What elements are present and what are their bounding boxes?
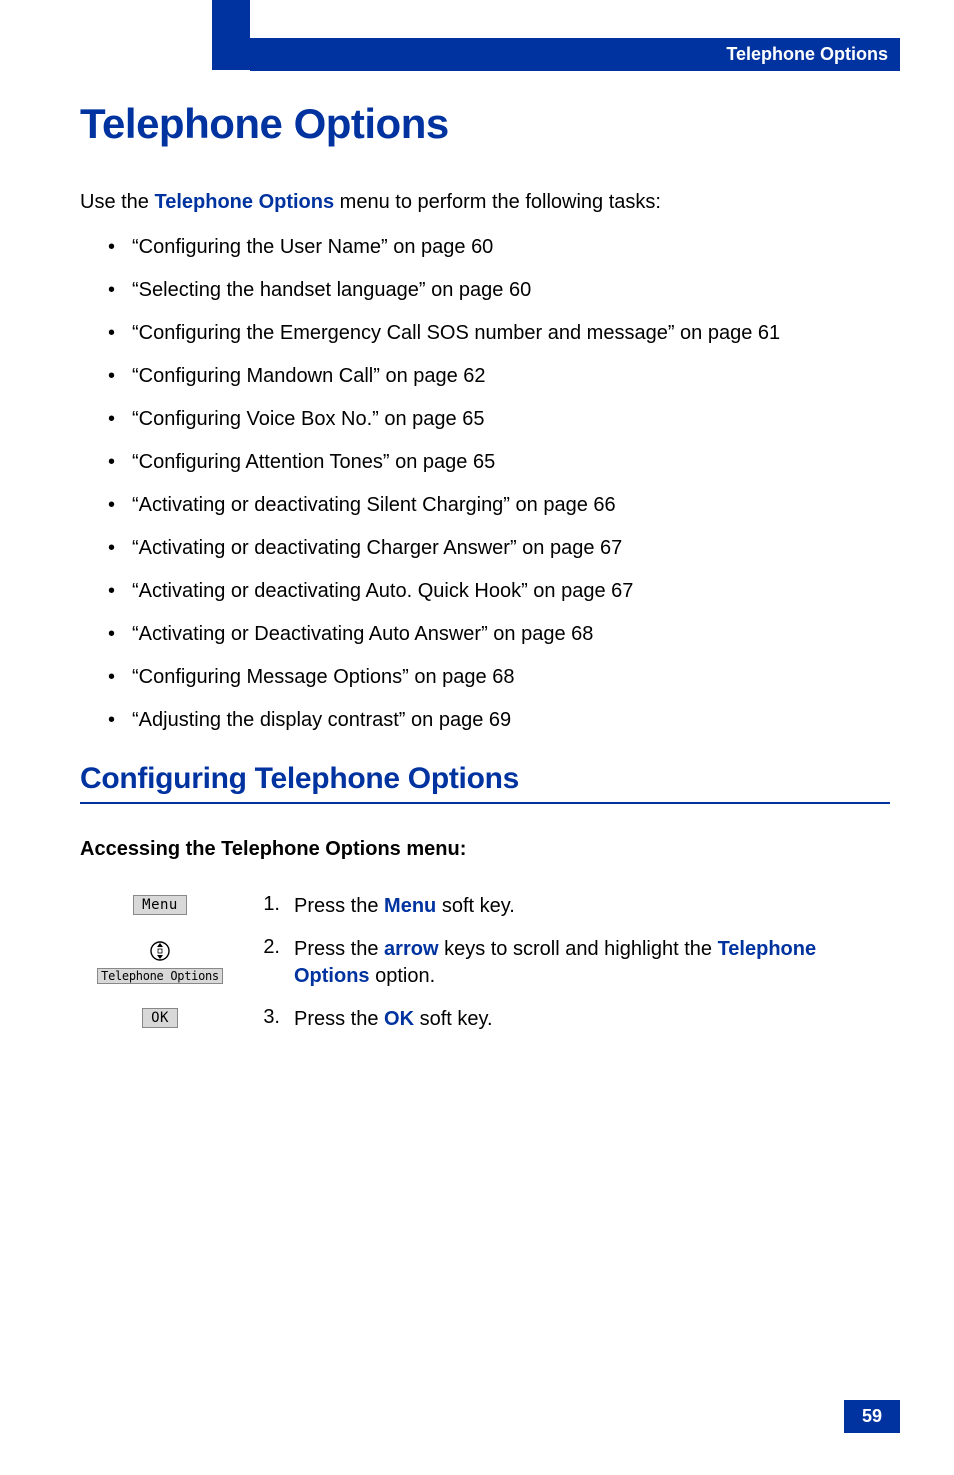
step-number: 2. [254,936,280,959]
intro-emphasis: Telephone Options [154,191,334,213]
step-row: Telephone Options 2. Press the arrow key… [80,936,890,990]
step-number: 1. [254,893,280,916]
list-item: “Adjusting the display contrast” on page… [80,707,890,734]
step-icon-col: OK [80,1006,240,1028]
list-item: “Activating or deactivating Charger Answ… [80,535,890,562]
list-item: “Selecting the handset language” on page… [80,277,890,304]
header-left-block [212,0,250,70]
sub-heading: Accessing the Telephone Options menu: [80,838,890,861]
ok-softkey-icon: OK [142,1008,178,1028]
step-icon-col: Menu [80,893,240,915]
telephone-options-icon-label: Telephone Options [97,968,223,984]
menu-softkey-icon: Menu [133,895,187,915]
intro-paragraph: Use the Telephone Options menu to perfor… [80,188,890,216]
list-item: “Activating or deactivating Silent Charg… [80,492,890,519]
list-item: “Activating or deactivating Auto. Quick … [80,578,890,605]
step-keyword: OK [384,1008,414,1030]
list-item: “Configuring Message Options” on page 68 [80,664,890,691]
intro-prefix: Use the [80,191,154,213]
intro-suffix: menu to perform the following tasks: [334,191,661,213]
arrow-keys-icon [150,938,170,964]
section-heading: Configuring Telephone Options [80,762,890,804]
bullet-list: “Configuring the User Name” on page 60 “… [80,234,890,734]
list-item: “Activating or Deactivating Auto Answer”… [80,621,890,648]
page-number: 59 [844,1400,900,1433]
step-row: OK 3. Press the OK soft key. [80,1006,890,1033]
steps-container: Menu 1. Press the Menu soft key. Telepho… [80,893,890,1033]
step-text: Press the OK soft key. [294,1006,890,1033]
step-text: Press the arrow keys to scroll and highl… [294,936,890,990]
page-title: Telephone Options [80,100,890,148]
step-number: 3. [254,1006,280,1029]
step-row: Menu 1. Press the Menu soft key. [80,893,890,920]
step-keyword: Menu [384,895,436,917]
header-bar: Telephone Options [250,38,900,71]
header-title: Telephone Options [726,44,888,65]
step-icon-col: Telephone Options [80,936,240,984]
step-keyword: arrow [384,938,438,960]
list-item: “Configuring Mandown Call” on page 62 [80,363,890,390]
list-item: “Configuring the Emergency Call SOS numb… [80,320,890,347]
list-item: “Configuring Voice Box No.” on page 65 [80,406,890,433]
page-content: Telephone Options Use the Telephone Opti… [80,100,890,1395]
list-item: “Configuring Attention Tones” on page 65 [80,449,890,476]
step-text: Press the Menu soft key. [294,893,890,920]
list-item: “Configuring the User Name” on page 60 [80,234,890,261]
